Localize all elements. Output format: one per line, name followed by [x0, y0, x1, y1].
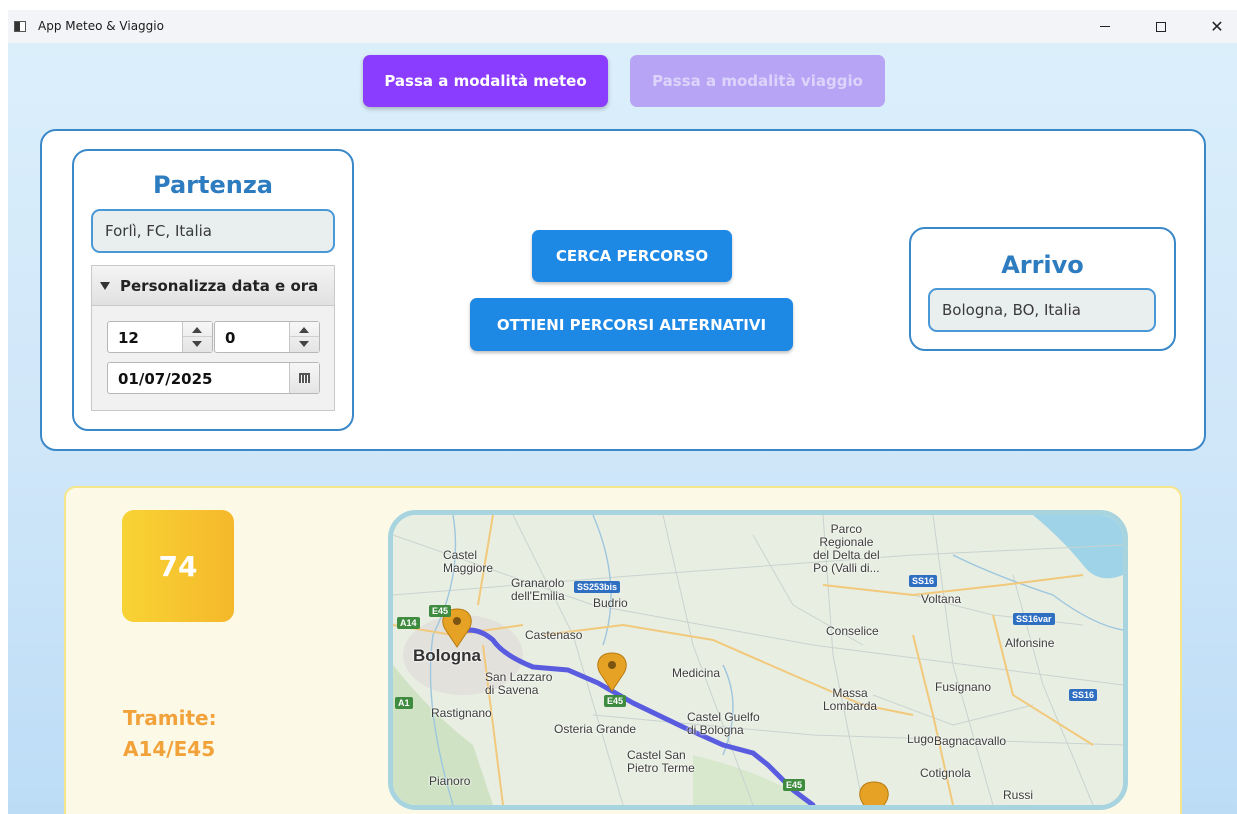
- map-place-label: Castenaso: [525, 628, 583, 642]
- calendar-button[interactable]: [289, 363, 319, 393]
- departure-card: Partenza Forlì, FC, Italia Personalizza …: [72, 149, 354, 431]
- map-place-label: Massa Lombarda: [823, 686, 878, 713]
- app-icon: [14, 21, 26, 32]
- close-button[interactable]: ✕: [1194, 10, 1237, 43]
- map-place-label: Osteria Grande: [554, 722, 637, 736]
- arrival-card: Arrivo Bologna, BO, Italia: [909, 227, 1176, 351]
- calendar-icon: [299, 373, 310, 383]
- close-icon: ✕: [1210, 17, 1224, 36]
- road-shield: SS253bis: [574, 581, 621, 593]
- hour-spinner[interactable]: 12: [107, 321, 213, 353]
- map-place-label: Bagnacavallo: [934, 734, 1007, 748]
- datetime-customize-label: Personalizza data e ora: [120, 276, 319, 295]
- title-bar: App Meteo & Viaggio ✕: [8, 10, 1237, 43]
- date-value[interactable]: 01/07/2025: [118, 370, 212, 388]
- datetime-customize-toggle[interactable]: Personalizza data e ora: [92, 266, 334, 306]
- road-shield: SS16: [1069, 689, 1098, 701]
- minute-increment-icon[interactable]: [299, 327, 309, 333]
- map-place-label: Parco Regionale del Delta del Po (Valli di.…: [813, 522, 880, 575]
- departure-input[interactable]: Forlì, FC, Italia: [91, 209, 335, 253]
- map-pin-icon: [859, 781, 889, 805]
- map-place-label: Lugo: [907, 732, 934, 746]
- road-shield: E45: [783, 779, 806, 791]
- map-place-label: Budrio: [593, 596, 628, 610]
- weather-mode-button[interactable]: Passa a modalità meteo: [363, 55, 608, 107]
- spinner-divider: [290, 336, 319, 337]
- road-shield: SS16var: [1013, 613, 1055, 625]
- departure-title: Partenza: [153, 171, 273, 199]
- map-place-label: San Lazzaro di Savena: [485, 670, 553, 697]
- road-shield: SS16: [909, 575, 938, 587]
- route-map[interactable]: Castel Maggiore Granarolo dell'Emilia Budr…: [388, 510, 1128, 810]
- minute-spinner[interactable]: 0: [214, 321, 320, 353]
- road-shield: A1: [395, 697, 413, 709]
- map-background: [393, 515, 1123, 805]
- road-shield: E45: [429, 605, 452, 617]
- minimize-button[interactable]: [1082, 10, 1128, 43]
- map-place-label: Castel Guelfo di Bologna: [687, 710, 760, 737]
- road-shield: A14: [397, 617, 420, 629]
- arrival-title: Arrivo: [1001, 251, 1084, 279]
- maximize-button[interactable]: [1138, 10, 1184, 43]
- search-route-button[interactable]: CERCA PERCORSO: [532, 230, 732, 282]
- minute-decrement-icon[interactable]: [299, 341, 309, 347]
- minute-value[interactable]: 0: [225, 329, 235, 347]
- app-window: App Meteo & Viaggio ✕ Passa a modalità m…: [8, 10, 1237, 814]
- map-place-label: Fusignano: [935, 680, 992, 694]
- map-place-label: Castel Maggiore: [443, 548, 494, 575]
- map-place-label: Rastignano: [431, 706, 492, 720]
- spinner-divider: [183, 336, 212, 337]
- map-place-label: Medicina: [672, 666, 721, 680]
- map-place-label: Granarolo dell'Emilia: [511, 576, 565, 603]
- duration-badge: 74: [122, 510, 234, 622]
- route-result-panel: 74 Tramite: A14/E45 Castel Maggiore Gran…: [64, 486, 1182, 814]
- via-label: Tramite:: [123, 706, 217, 730]
- window-title: App Meteo & Viaggio: [38, 19, 164, 33]
- hour-value[interactable]: 12: [118, 329, 139, 347]
- via-value: A14/E45: [123, 737, 216, 761]
- hour-increment-icon[interactable]: [192, 327, 202, 333]
- minimize-icon: [1100, 26, 1110, 27]
- date-picker[interactable]: 01/07/2025: [107, 362, 320, 394]
- minute-spinner-buttons: [289, 322, 319, 352]
- route-search-panel: Partenza Forlì, FC, Italia Personalizza …: [40, 129, 1206, 451]
- map-place-label: Bologna: [413, 646, 481, 665]
- arrival-input[interactable]: Bologna, BO, Italia: [928, 288, 1156, 332]
- map-place-label: Pianoro: [429, 774, 471, 788]
- travel-mode-button: Passa a modalità viaggio: [630, 55, 885, 107]
- map-place-label: Castel San Pietro Terme: [627, 748, 695, 775]
- hour-spinner-buttons: [182, 322, 212, 352]
- hour-decrement-icon[interactable]: [192, 341, 202, 347]
- map-place-label: Russi: [1003, 788, 1034, 802]
- main-content: Passa a modalità meteo Passa a modalità …: [8, 43, 1237, 814]
- alternative-routes-button[interactable]: OTTIENI PERCORSI ALTERNATIVI: [470, 298, 793, 351]
- datetime-customize-pane: Personalizza data e ora 12 0 01/07/2025: [91, 265, 335, 411]
- map-place-label: Alfonsine: [1005, 636, 1055, 650]
- maximize-icon: [1156, 21, 1166, 32]
- expand-triangle-icon: [100, 281, 110, 290]
- map-place-label: Conselice: [826, 624, 879, 638]
- road-shield: E45: [604, 695, 627, 707]
- map-place-label: Cotignola: [920, 766, 971, 780]
- map-place-label: Voltana: [921, 592, 962, 606]
